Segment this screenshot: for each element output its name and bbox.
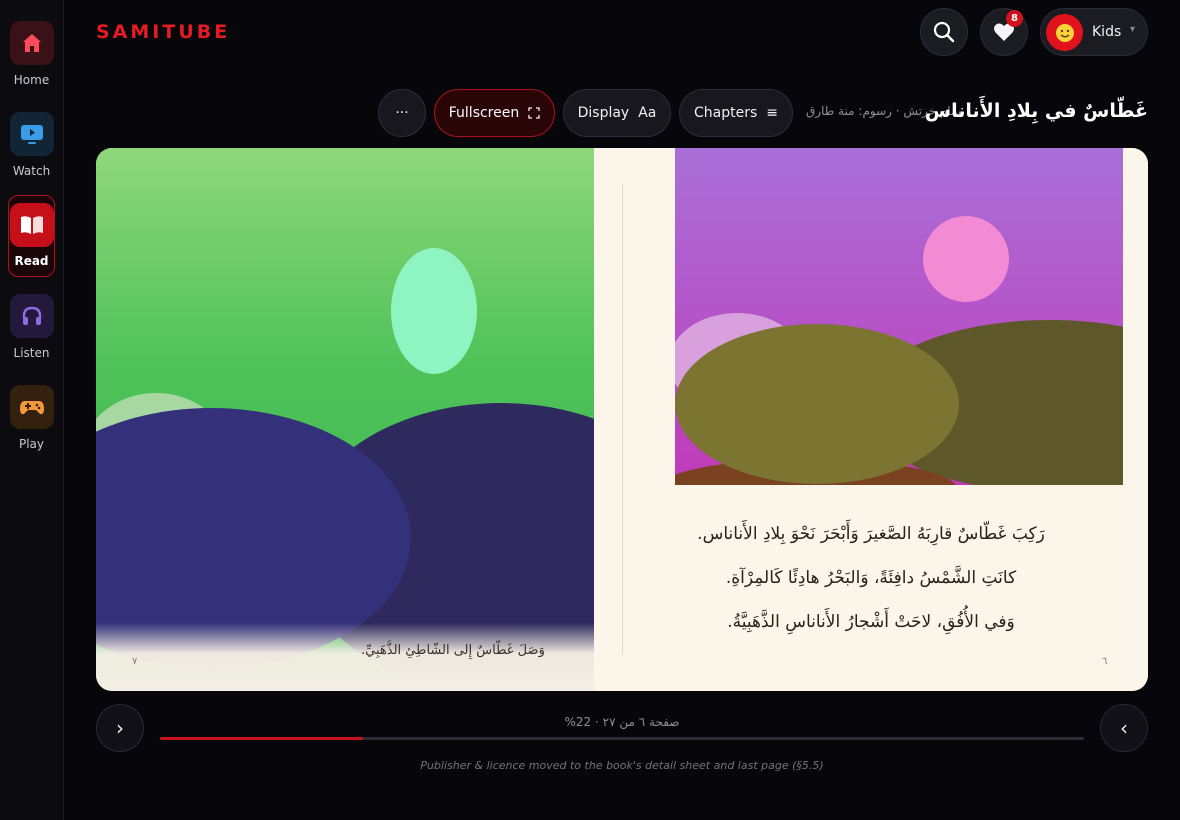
sidebar-item-label: Listen (13, 346, 50, 360)
progress-fill (160, 737, 364, 740)
app-logo[interactable]: SAMITUBE (96, 21, 230, 43)
headphones-icon (22, 306, 41, 325)
left-page-caption: وَصَلَ غَطّاسٌ إِلى الشّاطِئِ الذَّهَبِي… (361, 643, 545, 658)
display-label: Display (577, 105, 630, 121)
open-book-icon (20, 216, 43, 234)
right-page-illustration (675, 148, 1123, 485)
search-button[interactable] (920, 8, 968, 56)
read-tile (9, 203, 54, 247)
list-icon: ≡ (766, 105, 778, 121)
left-page-illustration (96, 248, 594, 691)
favorites-button[interactable]: 8 (980, 8, 1028, 56)
home-icon (22, 34, 41, 52)
sidebar-item-label: Watch (12, 164, 51, 178)
sunset-hills-illustration (675, 148, 1123, 485)
sidebar-item-watch[interactable]: Watch (8, 109, 55, 191)
favorites-count-badge: 8 (1006, 10, 1023, 27)
story-line: وَفي الأُفُقِ، لاحَتْ أَشْجارُ الأَناناس… (727, 612, 1015, 632)
sidebar-item-read[interactable]: Read (8, 195, 55, 277)
chapters-label: Chapters (693, 105, 758, 121)
text-size-icon: Aa (638, 105, 657, 121)
watch-tile (9, 112, 54, 156)
story-line: رَكِبَ غَطّاسٌ قارِبَهُ الصَّغيرَ وَأَبْ… (697, 524, 1045, 544)
smiley-avatar-icon (1055, 23, 1074, 42)
chevron-right-icon: › (116, 716, 124, 740)
sidebar-item-label: Read (14, 254, 49, 268)
more-icon: ··· (395, 105, 409, 121)
gamepad-icon (19, 401, 44, 415)
story-line: كانَتِ الشَّمْسُ دافِئَةً، وَالبَحْرُ ها… (725, 568, 1017, 588)
play-tile (9, 385, 54, 429)
book-spread[interactable]: وَصَلَ غَطّاسٌ إِلى الشّاطِئِ الذَّهَبِي… (96, 148, 1148, 691)
book-title: غَطّاسٌ في بِلادِ الأَناناس (924, 100, 1148, 122)
left-page-number: ٧ (132, 656, 138, 667)
profile-name: Kids (1092, 24, 1122, 40)
sidebar-item-label: Home (13, 73, 50, 87)
progress-label: صفحة ٦ من ٢٧ · 22% (564, 715, 680, 729)
chevron-left-icon: ‹ (1120, 716, 1128, 740)
page-nav-left-button[interactable]: › (96, 704, 144, 752)
sidebar-item-label: Play (18, 437, 45, 451)
chapters-button[interactable]: Chapters ≡ (679, 89, 793, 137)
left-page: وَصَلَ غَطّاسٌ إِلى الشّاطِئِ الذَّهَبِي… (96, 148, 594, 691)
page-nav-right-button[interactable]: ‹ (1100, 704, 1148, 752)
sidebar-item-home[interactable]: Home (8, 18, 55, 100)
right-page-number: ٦ (1102, 656, 1108, 667)
tv-icon (20, 125, 43, 144)
home-tile (9, 21, 54, 65)
more-options-button[interactable]: ··· (378, 89, 426, 137)
display-settings-button[interactable]: Display Aa (563, 89, 671, 137)
chevron-down-icon: ▾ (1130, 24, 1136, 35)
listen-tile (9, 294, 54, 338)
fullscreen-icon (528, 107, 540, 119)
sidebar: Home Watch Read Listen Play (0, 0, 64, 820)
fullscreen-button[interactable]: Fullscreen (434, 89, 555, 137)
right-page: رَكِبَ غَطّاسٌ قارِبَهُ الصَّغيرَ وَأَبْ… (594, 148, 1148, 691)
sidebar-item-play[interactable]: Play (8, 382, 55, 464)
avatar (1046, 14, 1083, 51)
sidebar-item-listen[interactable]: Listen (8, 291, 55, 373)
profile-switcher[interactable]: Kids ▾ (1040, 8, 1148, 56)
progress-bar[interactable] (160, 737, 1084, 740)
search-icon (933, 21, 955, 43)
publisher-footnote: Publisher & licence moved to the book's … (420, 759, 824, 772)
fullscreen-label: Fullscreen (448, 105, 520, 121)
